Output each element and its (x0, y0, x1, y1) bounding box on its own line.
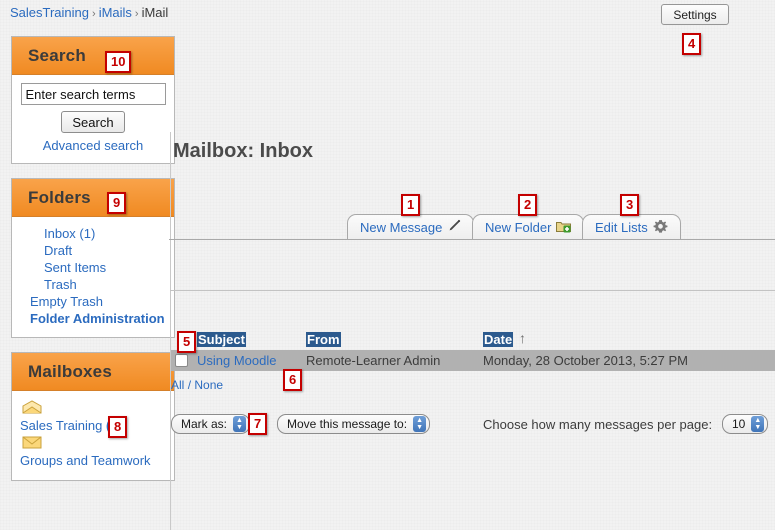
list-item[interactable]: Sent Items (20, 259, 166, 276)
tab-edit-lists-label: Edit Lists (595, 220, 648, 235)
list-item[interactable]: Empty Trash (20, 293, 166, 310)
move-message-select[interactable]: Move this message to: ▲ ▼ (277, 414, 431, 434)
search-block: Search Search Advanced search (11, 36, 175, 164)
breadcrumb: SalesTraining › iMails › iMail (10, 5, 168, 20)
folder-link-draft[interactable]: Draft (44, 243, 72, 258)
folders-block-title: Folders (28, 187, 91, 207)
search-block-title: Search (28, 45, 86, 65)
folder-list: Inbox (1) Draft Sent Items Trash Empty T… (20, 225, 166, 327)
content-divider (170, 132, 171, 530)
list-item[interactable]: Draft (20, 242, 166, 259)
mailbox-label: Groups and Teamwork (20, 453, 151, 468)
mailbox-label: Sales Training (20, 418, 103, 433)
chevron-updown-icon: ▲ ▼ (413, 416, 427, 432)
breadcrumb-item-salestraining[interactable]: SalesTraining (10, 5, 89, 20)
folders-block: Folders Inbox (1) Draft Sent Items Trash… (11, 178, 175, 338)
mailbox-link-groups-and-teamwork[interactable]: Groups and Teamwork (20, 453, 151, 468)
folder-link-empty-trash[interactable]: Empty Trash (30, 294, 103, 309)
select-all-link[interactable]: All (171, 378, 184, 392)
search-block-body: Search Advanced search (12, 75, 174, 163)
callout-badge-8: 8 (108, 416, 128, 438)
mailbox-link-sales-training[interactable]: Sales Training (1) (20, 418, 122, 433)
move-message-select-label: Move this message to: (287, 417, 408, 431)
list-item[interactable]: Groups and Teamwork (20, 435, 166, 468)
mailboxes-block-title: Mailboxes (28, 361, 112, 381)
callout-badge-5: 5 (177, 331, 197, 353)
tab-new-message-label: New Message (360, 220, 443, 235)
mailboxes-block-body: Sales Training (1) Groups and Teamwork (12, 391, 174, 480)
chevron-updown-icon: ▲ ▼ (233, 416, 247, 432)
breadcrumb-separator: › (134, 8, 139, 20)
mark-as-select-label: Mark as: (181, 417, 228, 431)
callout-badge-7: 7 (248, 413, 268, 435)
search-block-header: Search (12, 37, 174, 75)
cell-from: Remote-Learner Admin (306, 353, 441, 368)
tab-new-folder[interactable]: New Folder (472, 214, 585, 240)
column-header-from[interactable]: From (306, 332, 341, 347)
closed-envelope-icon (22, 435, 166, 452)
cell-subject[interactable]: Using Moodle (197, 353, 277, 368)
settings-button-label: Settings (673, 7, 717, 22)
mark-as-select[interactable]: Mark as: ▲ ▼ (171, 414, 251, 434)
pencil-icon (447, 219, 461, 236)
mailboxes-block-header: Mailboxes (12, 353, 174, 391)
list-item[interactable]: Folder Administration (20, 310, 166, 327)
cell-date: Monday, 28 October 2013, 5:27 PM (483, 353, 688, 368)
folder-link-folder-administration[interactable]: Folder Administration (30, 311, 165, 326)
callout-badge-3: 3 (620, 194, 640, 216)
tab-new-message[interactable]: New Message (347, 214, 475, 240)
list-item[interactable]: Sales Training (1) (20, 400, 166, 433)
per-page-label: Choose how many messages per page: (483, 417, 713, 432)
breadcrumb-item-imails[interactable]: iMails (99, 5, 132, 20)
column-header-date[interactable]: Date (483, 332, 514, 347)
table-row[interactable]: Using Moodle Remote-Learner Admin Monday… (171, 350, 775, 371)
gear-icon (653, 219, 668, 237)
callout-badge-4: 4 (682, 33, 702, 55)
select-separator: / (187, 378, 192, 392)
folders-block-header: Folders (12, 179, 174, 217)
callout-badge-9: 9 (107, 192, 127, 214)
list-item[interactable]: Inbox (1) (20, 225, 166, 242)
row-checkbox[interactable] (175, 354, 188, 367)
per-page-select[interactable]: 10 ▲ ▼ (722, 414, 769, 434)
search-input[interactable] (20, 83, 166, 105)
content-horizontal-rule (170, 290, 775, 291)
message-table-header: Subject From Date ↑ (171, 330, 775, 350)
folder-link-inbox[interactable]: Inbox (1) (44, 226, 95, 241)
page-title: Mailbox: Inbox (173, 140, 313, 162)
search-button[interactable]: Search (61, 111, 125, 133)
select-none-link[interactable]: None (194, 378, 223, 392)
tab-new-folder-label: New Folder (485, 220, 552, 235)
folder-link-trash[interactable]: Trash (44, 277, 77, 292)
select-all-none: All / None (171, 378, 223, 392)
chevron-updown-icon: ▲ ▼ (751, 416, 765, 432)
callout-badge-2: 2 (518, 194, 538, 216)
advanced-search-link[interactable]: Advanced search (20, 138, 166, 153)
sidebar: Search Search Advanced search Folders In… (0, 36, 175, 495)
tab-underline (169, 239, 775, 240)
folder-add-icon (556, 220, 572, 236)
settings-button[interactable]: Settings (661, 4, 729, 25)
callout-badge-6: 6 (283, 369, 303, 391)
breadcrumb-item-imail: iMail (141, 5, 169, 20)
per-page-select-value: 10 (732, 417, 746, 431)
open-envelope-icon (22, 400, 166, 417)
folders-block-body: Inbox (1) Draft Sent Items Trash Empty T… (12, 217, 174, 337)
folder-link-sent-items[interactable]: Sent Items (44, 260, 106, 275)
sort-ascending-icon: ↑ (519, 330, 526, 346)
message-table: Subject From Date ↑ Using Moodle Remote-… (171, 330, 775, 371)
list-item[interactable]: Trash (20, 276, 166, 293)
callout-badge-10: 10 (105, 51, 132, 73)
mailboxes-block: Mailboxes Sales Training (1) (11, 352, 175, 481)
message-subject-link[interactable]: Using Moodle (197, 353, 277, 368)
tab-edit-lists[interactable]: Edit Lists (582, 214, 681, 240)
callout-badge-1: 1 (401, 194, 421, 216)
tab-bar: New Message New Folder Edit Lists (169, 214, 775, 240)
column-header-subject[interactable]: Subject (197, 332, 246, 347)
breadcrumb-separator: › (92, 8, 96, 20)
